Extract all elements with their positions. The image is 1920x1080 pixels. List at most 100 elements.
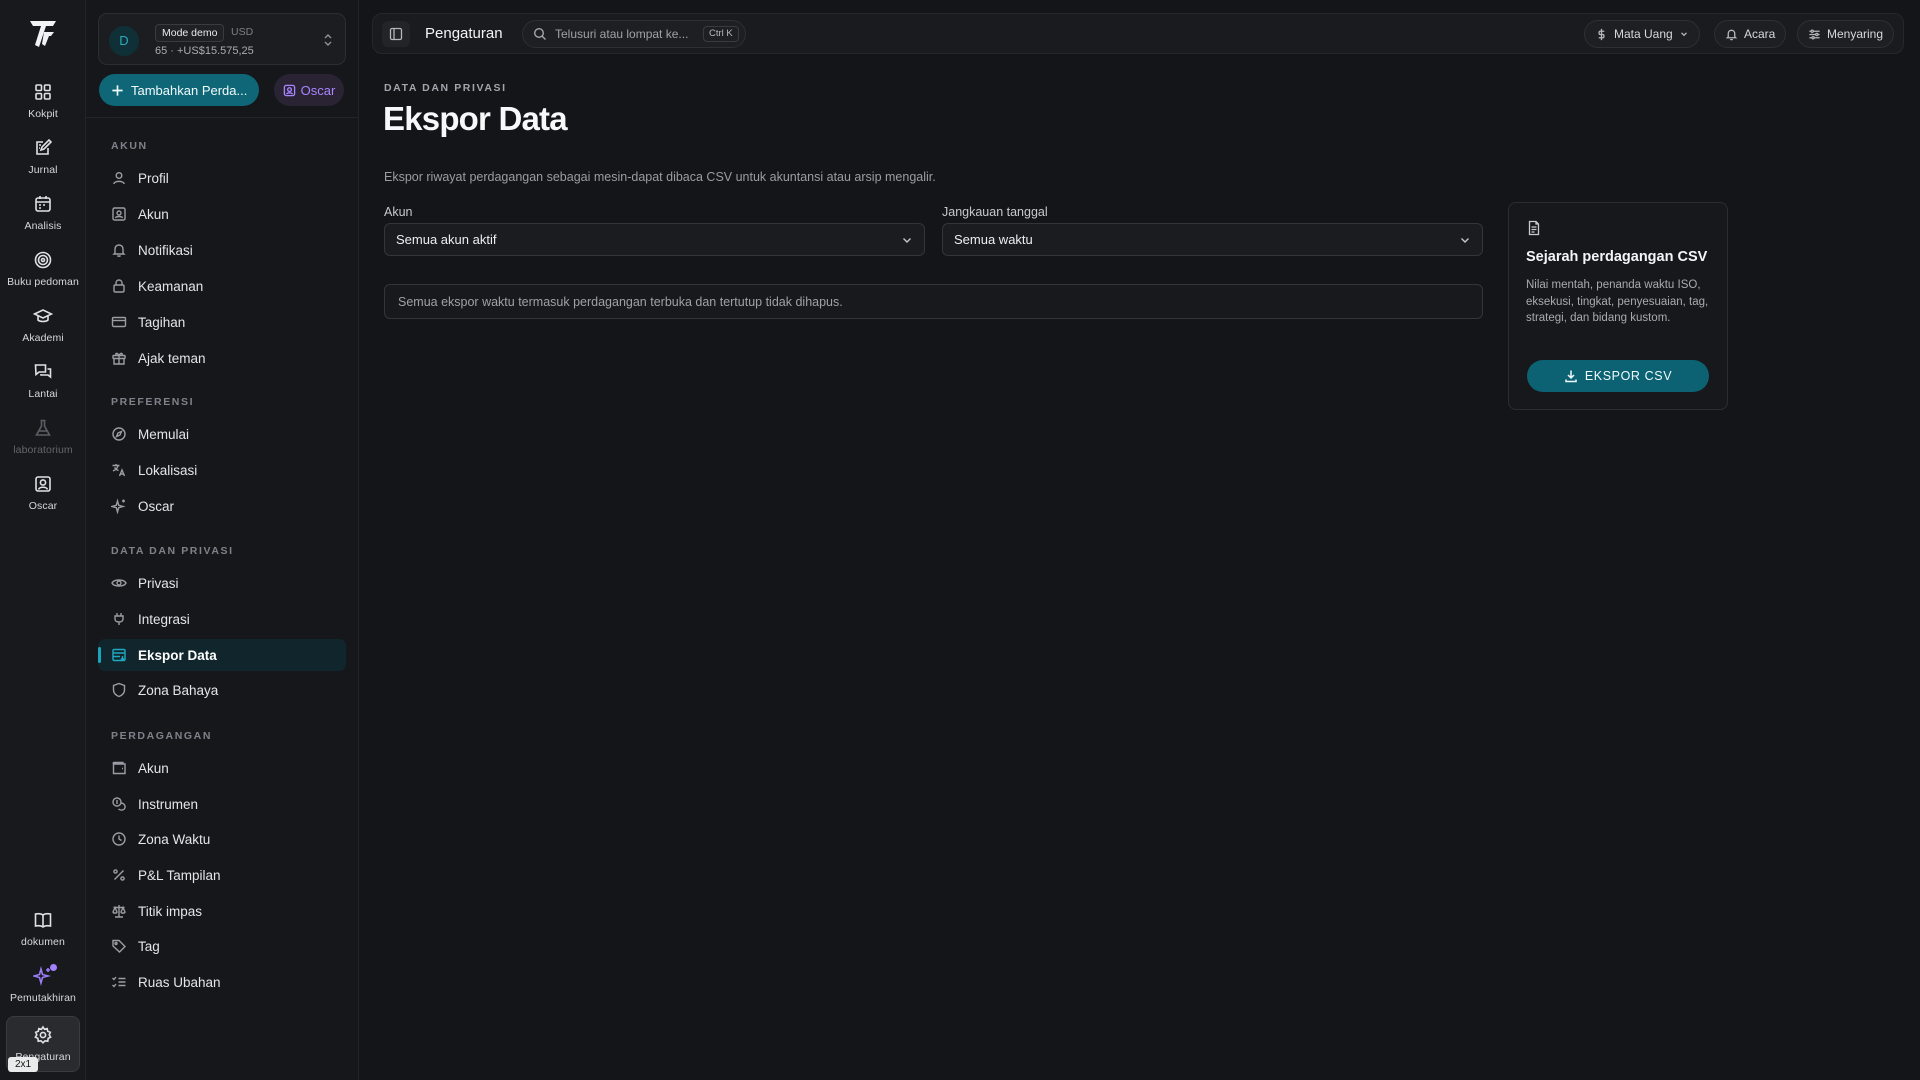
sidebar-item-memulai[interactable]: Memulai [98, 418, 346, 450]
search-input[interactable] [555, 27, 695, 41]
rail-label: Analisis [24, 220, 62, 232]
sidebar-item-lokalisasi[interactable]: Lokalisasi [98, 454, 346, 486]
sidebar-item-notifikasi[interactable]: Notifikasi [98, 234, 346, 266]
sidebar-item-label: Ruas Ubahan [138, 974, 221, 990]
gear-icon [33, 1025, 53, 1045]
rail-item-akademi[interactable]: Akademi [6, 304, 80, 356]
currency-button[interactable]: Mata Uang [1584, 20, 1700, 48]
sidebar-item-keamanan[interactable]: Keamanan [98, 270, 346, 302]
rail-item-lantai[interactable]: Lantai [6, 360, 80, 412]
sidebar-item-tag[interactable]: Tag [98, 930, 346, 962]
sidebar-item-label: Privasi [138, 575, 179, 591]
account-balance: 65 · +US$15.575,25 [155, 45, 254, 57]
journal-edit-icon [33, 138, 53, 158]
export-csv-button[interactable]: EKSPOR CSV [1527, 360, 1709, 392]
sidebar-toggle-button[interactable] [382, 21, 410, 47]
events-button[interactable]: Acara [1714, 20, 1787, 48]
filter-button[interactable]: Menyaring [1797, 20, 1895, 48]
rail-item-pemutakhiran[interactable]: Pemutakhiran [6, 964, 80, 1016]
rail-label: Oscar [28, 500, 58, 512]
oscar-label: Oscar [300, 82, 336, 98]
rail-item-jurnal[interactable]: Jurnal [6, 136, 80, 188]
rail-item-oscar[interactable]: Oscar [6, 472, 80, 524]
sidebar-item-akun-perdagangan[interactable]: Akun [98, 752, 346, 784]
oscar-button[interactable]: Oscar [274, 74, 344, 106]
graduation-cap-icon [33, 306, 53, 326]
credit-card-icon [111, 314, 127, 330]
add-trade-button[interactable]: Tambahkan Perda... [99, 74, 259, 106]
chat-bubbles-icon [33, 362, 53, 382]
sidebar-item-label: Zona Waktu [138, 831, 211, 847]
sidebar-item-instrumen[interactable]: Instrumen [98, 788, 346, 820]
rail-item-laboratorium[interactable]: laboratorium [6, 416, 80, 468]
chevron-up-down-icon [321, 32, 335, 48]
sidebar-item-ruas-ubahan[interactable]: Ruas Ubahan [98, 966, 346, 998]
sparkle-icon [111, 498, 127, 514]
translate-icon [111, 462, 127, 478]
rail-label: Buku pedoman [7, 276, 79, 288]
sidebar-item-oscar[interactable]: Oscar [98, 490, 346, 522]
tag-icon [111, 938, 127, 954]
sidebar-item-label: P&L Tampilan [138, 867, 221, 883]
notification-dot [50, 964, 57, 971]
chevron-down-icon [1680, 32, 1687, 37]
account-select[interactable]: Semua akun aktif [384, 223, 925, 256]
download-icon [1565, 370, 1577, 383]
sidebar-item-label: Oscar [138, 498, 175, 514]
shield-icon [111, 682, 127, 698]
sidebar-item-label: Notifikasi [138, 242, 193, 258]
events-button-label: Acara [1744, 27, 1776, 41]
percent-icon [111, 867, 127, 883]
sidebar-item-zona-bahaya[interactable]: Zona Bahaya [98, 674, 346, 706]
coins-icon [111, 796, 127, 812]
sidebar-item-tagihan[interactable]: Tagihan [98, 306, 346, 338]
sidebar-item-label: Titik impas [138, 903, 203, 919]
rail-label: laboratorium [13, 444, 73, 456]
database-export-icon [111, 647, 127, 663]
page-description: Ekspor riwayat perdagangan sebagai mesin… [384, 170, 936, 184]
bell-icon [111, 242, 127, 258]
export-note: Semua ekspor waktu termasuk perdagangan … [384, 284, 1483, 319]
settings-sidebar: D Mode demo USD 65 · +US$15.575,25 Tamba… [86, 0, 359, 1080]
sidebar-item-akun[interactable]: Akun [98, 198, 346, 230]
grid-icon [33, 82, 53, 102]
section-data-privasi: DATA DAN PRIVASI [111, 545, 234, 557]
page-title: Ekspor Data [383, 100, 568, 137]
rail-item-kokpit[interactable]: Kokpit [6, 80, 80, 132]
sidebar-item-integrasi[interactable]: Integrasi [98, 603, 346, 635]
sidebar-item-label: Instrumen [138, 796, 199, 812]
add-trade-label: Tambahkan Perda... [131, 82, 248, 98]
book-open-icon [33, 910, 53, 930]
search-icon [533, 27, 546, 40]
chevron-down-icon [1461, 238, 1469, 243]
sidebar-item-ajak-teman[interactable]: Ajak teman [98, 342, 346, 374]
sidebar-item-pl-tampilan[interactable]: P&L Tampilan [98, 859, 346, 891]
app-logo-icon[interactable] [27, 18, 59, 50]
top-bar: Pengaturan Ctrl K Mata Uang Acara Menyar… [372, 13, 1904, 54]
sidebar-item-label: Memulai [138, 426, 190, 442]
sidebar-item-profil[interactable]: Profil [98, 162, 346, 194]
rail-label: Pemutakhiran [10, 992, 76, 1004]
rail-label: Lantai [28, 388, 58, 400]
rail-item-analisis[interactable]: Analisis [6, 192, 80, 244]
rail-label: dokumen [21, 936, 65, 948]
date-range-select[interactable]: Semua waktu [942, 223, 1483, 256]
rail-label: Kokpit [28, 108, 58, 120]
clock-icon [111, 831, 127, 847]
divider [86, 117, 358, 118]
section-preferensi: PREFERENSI [111, 396, 195, 408]
flask-icon [33, 418, 53, 438]
csv-export-card: Sejarah perdagangan CSV Nilai mentah, pe… [1508, 202, 1728, 410]
sidebar-item-zona-waktu[interactable]: Zona Waktu [98, 823, 346, 855]
sidebar-toggle-icon [389, 27, 403, 41]
sliders-icon [1809, 29, 1820, 39]
search-box[interactable]: Ctrl K [522, 20, 746, 48]
account-switcher[interactable]: D Mode demo USD 65 · +US$15.575,25 [98, 13, 346, 65]
list-checks-icon [111, 974, 127, 990]
sidebar-item-ekspor-data[interactable]: Ekspor Data [98, 639, 346, 671]
rail-item-dokumen[interactable]: dokumen [6, 908, 80, 960]
sidebar-item-privasi[interactable]: Privasi [98, 567, 346, 599]
sidebar-item-titik-impas[interactable]: Titik impas [98, 895, 346, 927]
section-akun: AKUN [111, 140, 148, 152]
rail-item-buku-pedoman[interactable]: Buku pedoman [6, 248, 80, 300]
